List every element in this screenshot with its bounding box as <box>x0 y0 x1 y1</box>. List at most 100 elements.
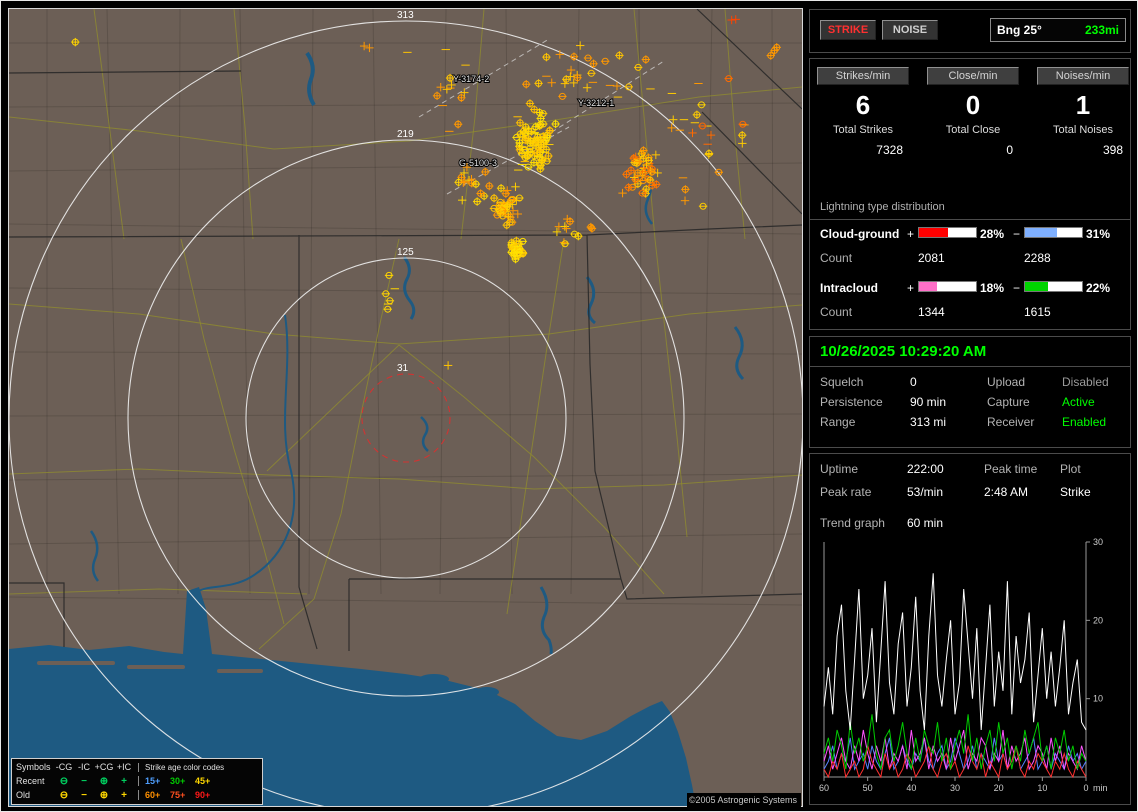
peak-rate-label: Peak rate <box>820 485 872 499</box>
cg-minus-bar <box>1024 227 1083 238</box>
upload-status: Disabled <box>1062 375 1109 389</box>
map-container: 313 219 125 31 Y-3174-2 Y-3212-1 G-5100-3 <box>8 8 803 807</box>
statistics-panel: Strikes/min 6 Total Strikes 7328 Close/m… <box>809 58 1131 330</box>
legend-recent-row: Recent ⊖ − ⊕ + 15+ 30+ 45+ <box>16 774 258 788</box>
minus-icon: − <box>81 775 87 787</box>
noise-mode-button[interactable]: NOISE <box>882 20 938 40</box>
count-label: Count <box>820 251 853 265</box>
trend-label-row: Trend graph 60 min <box>810 516 1130 532</box>
trend-graph-label: Trend graph <box>820 516 885 530</box>
close-per-min-button[interactable]: Close/min <box>927 67 1019 85</box>
plus-sign: + <box>907 281 915 295</box>
uptime-value: 222:00 <box>907 462 944 476</box>
status-row: Peak rate 53/min 2:48 AM Strike <box>810 485 1130 501</box>
status-row: Uptime 222:00 Peak time Plot <box>810 462 1130 478</box>
svg-text:20: 20 <box>1093 615 1103 625</box>
range-value: 313 mi <box>910 415 947 429</box>
svg-text:60: 60 <box>819 783 829 793</box>
intracloud-count-row: Count 1344 1615 <box>810 305 1130 319</box>
svg-text:G-5100-3: G-5100-3 <box>459 158 497 168</box>
circle-plus-icon: ⊕ <box>99 789 109 801</box>
cg-minus-bar-fill <box>1025 228 1057 237</box>
svg-text:219: 219 <box>397 129 414 140</box>
mode-panel: STRIKE NOISE Bng 25° 233mi <box>809 9 1131 53</box>
strike-mode-button[interactable]: STRIKE <box>820 20 876 40</box>
settings-panel: 10/26/2025 10:29:20 AM Squelch 0 Upload … <box>809 336 1131 448</box>
svg-text:min: min <box>1093 783 1108 793</box>
circle-plus-icon: ⊕ <box>99 775 109 787</box>
ic-minus-count: 1615 <box>1024 305 1051 319</box>
capture-label: Capture <box>987 395 1030 409</box>
cloud-ground-count-row: Count 2081 2288 <box>810 251 1130 265</box>
svg-text:313: 313 <box>397 10 414 21</box>
total-close-value: 0 <box>1006 143 1013 157</box>
plot-label: Plot <box>1060 462 1081 476</box>
svg-text:30: 30 <box>1093 537 1103 547</box>
age-45: 45+ <box>195 776 211 786</box>
cg-plus-count: 2081 <box>918 251 945 265</box>
lightning-tracker-window: 313 219 125 31 Y-3174-2 Y-3212-1 G-5100-3 Sym… <box>0 0 1138 812</box>
trend-graph: 10 20 30 60 50 40 30 20 10 0 min <box>819 537 1108 793</box>
minus-sign: − <box>1013 281 1021 295</box>
datetime-display: 10/26/2025 10:29:20 AM <box>820 343 987 360</box>
legend-old-label: Old <box>16 790 31 800</box>
age-60: 60+ <box>145 790 161 800</box>
cg-plus-pct: 28% <box>980 227 1005 241</box>
svg-text:Y-3174-2: Y-3174-2 <box>453 74 489 84</box>
legend-old-row: Old ⊖ − ⊕ + 60+ 75+ 90+ <box>16 788 258 802</box>
circle-minus-icon: ⊖ <box>59 789 69 801</box>
cg-plus-bar-fill <box>919 228 948 237</box>
total-close-label: Total Close <box>945 124 1001 136</box>
plus-icon: + <box>121 775 127 787</box>
total-strikes-label: Total Strikes <box>833 124 893 136</box>
total-noises-label: Total Noises <box>1053 124 1113 136</box>
capture-status: Active <box>1062 395 1095 409</box>
legend-type-neg-ic: -IC <box>78 762 90 772</box>
noises-column: Noises/min 1 Total Noises 398 <box>1037 66 1129 157</box>
legend-type-pos-ic: +IC <box>116 762 132 772</box>
legend-type-neg-cg: -CG <box>55 762 73 772</box>
legend-symbols-header: Symbols <box>16 762 51 772</box>
trend-window-value: 60 min <box>907 516 944 530</box>
persistence-label: Persistence <box>820 395 883 409</box>
lightning-map[interactable]: 313 219 125 31 Y-3174-2 Y-3212-1 G-5100-3 <box>9 9 802 806</box>
minus-sign: − <box>1013 227 1021 241</box>
receiver-status: Enabled <box>1062 415 1107 429</box>
distribution-title: Lightning type distribution <box>820 201 945 213</box>
svg-text:125: 125 <box>397 247 414 258</box>
plus-icon: + <box>121 789 127 801</box>
legend-old-ages: 60+ 75+ 90+ <box>138 790 220 800</box>
legend-type-pos-cg: +CG <box>94 762 114 772</box>
bearing-value: Bng 25° <box>997 23 1042 37</box>
receiver-label: Receiver <box>987 415 1035 429</box>
ic-minus-bar <box>1024 281 1083 292</box>
svg-text:40: 40 <box>906 783 916 793</box>
ic-minus-bar-fill <box>1025 282 1048 291</box>
settings-row: Squelch 0 Upload Disabled <box>810 375 1130 391</box>
svg-text:Y-3212-1: Y-3212-1 <box>578 98 614 108</box>
svg-text:0: 0 <box>1083 783 1088 793</box>
svg-text:30: 30 <box>950 783 960 793</box>
peak-time-label: Peak time <box>984 462 1038 476</box>
ic-plus-count: 1344 <box>918 305 945 319</box>
strikes-per-min-button[interactable]: Strikes/min <box>817 67 909 85</box>
svg-text:10: 10 <box>1093 694 1103 704</box>
strikes-column: Strikes/min 6 Total Strikes 7328 <box>817 66 909 157</box>
bearing-distance: 233mi <box>1084 23 1119 37</box>
range-label: Range <box>820 415 856 429</box>
ic-plus-pct: 18% <box>980 281 1005 295</box>
map-legend: Symbols -CG -IC +CG +IC Strike age color… <box>11 758 263 805</box>
count-label: Count <box>820 305 853 319</box>
svg-text:31: 31 <box>397 363 409 374</box>
plot-value: Strike <box>1060 485 1091 499</box>
noises-per-min-button[interactable]: Noises/min <box>1037 67 1129 85</box>
bearing-readout: Bng 25° 233mi <box>990 18 1126 42</box>
total-noises-value: 398 <box>1102 143 1123 157</box>
age-90: 90+ <box>195 790 211 800</box>
separator <box>810 366 1130 367</box>
age-75: 75+ <box>170 790 186 800</box>
cloud-ground-label: Cloud-ground <box>820 227 900 241</box>
age-30: 30+ <box>170 776 186 786</box>
settings-row: Range 313 mi Receiver Enabled <box>810 415 1130 431</box>
squelch-label: Squelch <box>820 375 864 389</box>
